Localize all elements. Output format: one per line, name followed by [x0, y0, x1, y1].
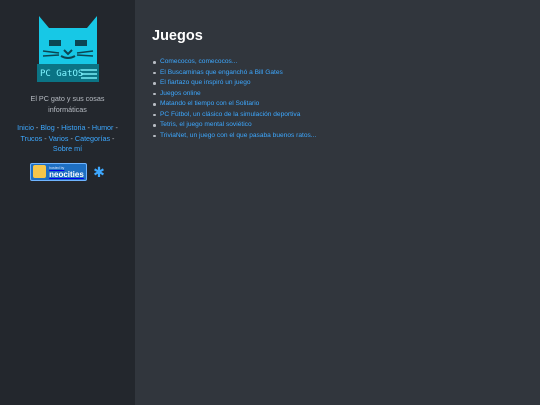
neocities-badge-icon[interactable]: hosted by neocities: [30, 162, 88, 181]
badge-row: hosted by neocities ✱: [0, 162, 135, 181]
nav-humor[interactable]: Humor: [92, 123, 114, 132]
game-link[interactable]: Juegos online: [160, 90, 201, 97]
main-content: Juegos Comecocos, comecocos... El Buscam…: [135, 0, 540, 405]
game-link[interactable]: Tetris, el juego mental soviético: [160, 121, 252, 128]
list-item: TriviaNet, un juego con el que pasaba bu…: [152, 131, 540, 142]
neocities-cat-icon: [33, 165, 47, 178]
nav-blog[interactable]: Blog: [40, 123, 54, 132]
neocities-badge-text: hosted by neocities: [49, 165, 84, 179]
games-list: Comecocos, comecocos... El Buscaminas qu…: [152, 57, 540, 141]
nav-historia[interactable]: Historia: [61, 123, 85, 132]
site-tagline: El PC gato y sus cosas informáticas: [30, 94, 105, 114]
sidebar: PC GatOS El PC gato y sus cosas informát…: [0, 0, 135, 405]
game-link[interactable]: El Buscaminas que enganchó a Bill Gates: [160, 69, 283, 76]
logo-text: PC GatOS: [40, 69, 83, 79]
game-link[interactable]: El fiartazo que inspiró un juego: [160, 79, 251, 86]
list-item: Juegos online: [152, 89, 540, 100]
sidebar-nav: Inicio - Blog - Historia - Humor - Truco…: [16, 123, 120, 155]
cat-logo-icon[interactable]: PC GatOS: [36, 16, 99, 82]
game-link[interactable]: Comecocos, comecocos...: [160, 58, 237, 65]
neocities-big-text: neocities: [49, 169, 84, 179]
nav-trucos[interactable]: Trucos: [21, 134, 43, 143]
game-link[interactable]: TriviaNet, un juego con el que pasaba bu…: [160, 132, 316, 139]
star-icon[interactable]: ✱: [93, 165, 105, 179]
nav-separator: -: [113, 123, 118, 132]
game-link[interactable]: PC Fútbol, un clásico de la simulación d…: [160, 111, 300, 118]
page-title: Juegos: [152, 28, 203, 44]
list-item: Comecocos, comecocos...: [152, 57, 540, 68]
list-item: El Buscaminas que enganchó a Bill Gates: [152, 68, 540, 79]
list-item: El fiartazo que inspiró un juego: [152, 78, 540, 89]
list-item: Matando el tiempo con el Solitario: [152, 99, 540, 110]
game-link[interactable]: Matando el tiempo con el Solitario: [160, 100, 259, 107]
nav-inicio[interactable]: Inicio: [17, 123, 34, 132]
nav-varios[interactable]: Varios: [49, 134, 69, 143]
list-item: Tetris, el juego mental soviético: [152, 120, 540, 131]
nav-categorias[interactable]: Categorías: [75, 134, 110, 143]
nav-separator: -: [110, 133, 115, 143]
nav-sobre-mi[interactable]: Sobre mí: [53, 144, 82, 153]
list-item: PC Fútbol, un clásico de la simulación d…: [152, 110, 540, 121]
